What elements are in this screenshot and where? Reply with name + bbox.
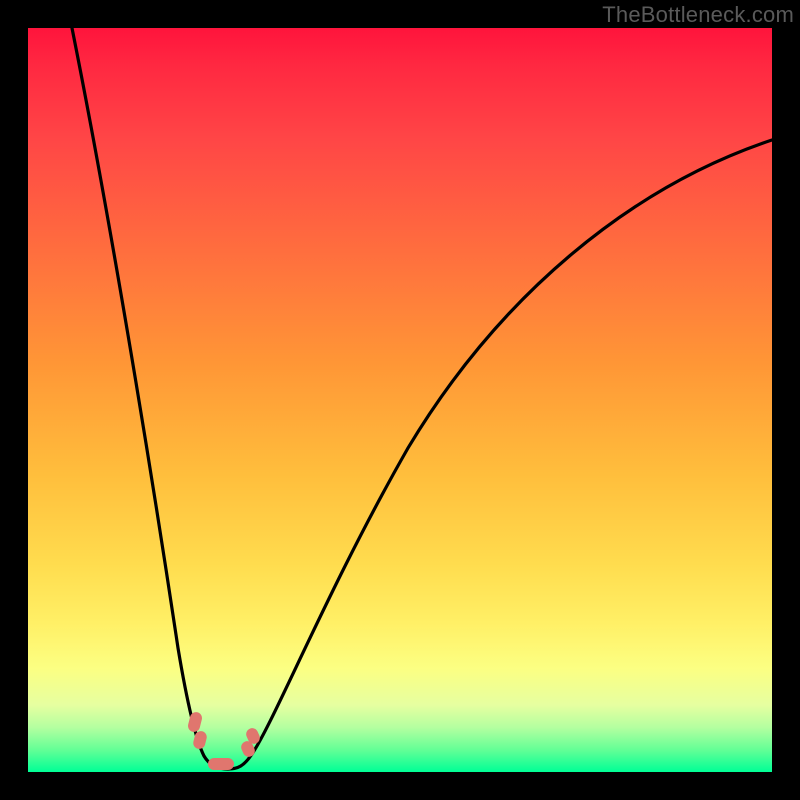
- bottleneck-curve-path: [72, 28, 772, 769]
- curve-markers: [187, 711, 262, 770]
- curve-marker: [208, 758, 234, 770]
- bottleneck-curve-svg: [28, 28, 772, 772]
- watermark-text: TheBottleneck.com: [602, 2, 794, 28]
- plot-area: [28, 28, 772, 772]
